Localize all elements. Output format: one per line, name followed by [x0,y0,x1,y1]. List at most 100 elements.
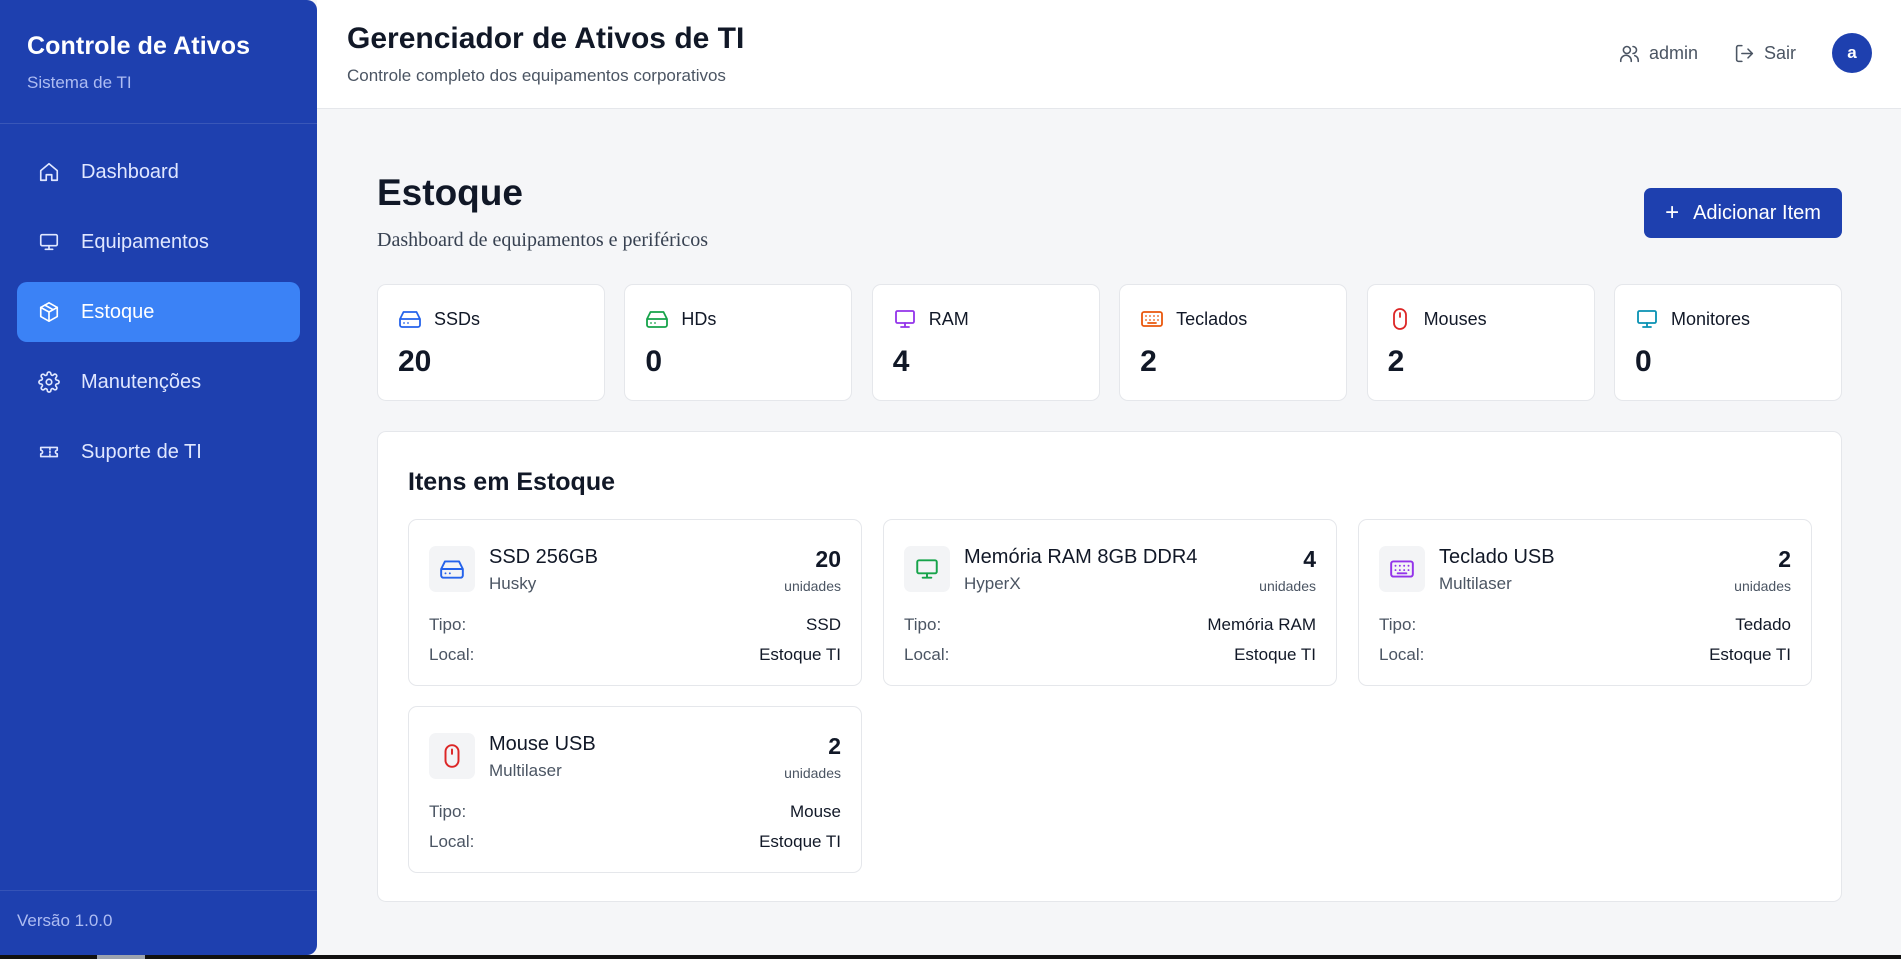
inventory-card[interactable]: Memória RAM 8GB DDR4 HyperX 4 unidades T… [883,519,1337,686]
inventory-card[interactable]: Mouse USB Multilaser 2 unidades Tipo: Mo… [408,706,862,873]
location-value: Estoque TI [1234,645,1316,664]
hard-drive-icon [646,311,669,328]
stat-label: Mouses [1423,308,1487,329]
stat-label: SSDs [434,308,481,329]
sidebar-item-estoque[interactable]: Estoque [17,282,300,342]
type-label: Tipo: [1379,615,1417,634]
sidebar-item-label: Suporte de TI [81,440,202,463]
sidebar-item-label: Equipamentos [81,230,209,253]
mouse-icon [1392,308,1407,330]
stat-value: 2 [1387,345,1405,378]
stat-value: 4 [892,345,910,378]
plus-icon: + [1665,199,1680,226]
header-title: Gerenciador de Ativos de TI [347,22,745,55]
add-item-label: Adicionar Item [1693,201,1821,224]
location-label: Local: [429,645,475,664]
sidebar-nav: Dashboard Equipamentos Estoque Manutençõ… [0,124,317,482]
item-units-label: unidades [784,578,841,594]
item-brand: HyperX [964,574,1021,593]
item-name: Memória RAM 8GB DDR4 [964,546,1198,568]
header-actions: admin Sair a [1619,33,1872,73]
item-location-row: Local: Estoque TI [429,832,841,852]
item-type-row: Tipo: Memória RAM [904,615,1316,635]
keyboard-icon [1141,311,1164,327]
stats-row: SSDs 20 HDs 0 RAM 4 Teclados 2 Mouses 2 … [377,284,1842,401]
hard-drive-icon [429,546,475,592]
item-location-row: Local: Estoque TI [904,645,1316,665]
sidebar: Controle de Ativos Sistema de TI Dashboa… [0,0,317,955]
sidebar-item-equipamentos[interactable]: Equipamentos [17,212,300,272]
stat-card-ram: RAM 4 [871,284,1100,401]
location-label: Local: [429,832,475,851]
stat-label: HDs [681,308,717,329]
version-label: Versão 1.0.0 [0,890,317,955]
item-quantity: 2 [1778,546,1791,572]
stat-label: RAM [928,308,969,329]
stat-value: 20 [398,345,432,378]
item-type-row: Tipo: Tedado [1379,615,1791,635]
app-subtitle: Sistema de TI [27,73,132,92]
item-location-row: Local: Estoque TI [1379,645,1791,665]
type-value: Tedado [1735,615,1791,634]
item-quantity: 4 [1303,546,1316,572]
item-brand: Multilaser [1439,574,1512,593]
page-title: Estoque [377,172,523,213]
item-location-row: Local: Estoque TI [429,645,841,665]
type-value: Mouse [789,802,841,821]
top-header: Gerenciador de Ativos de TI Controle com… [317,0,1901,109]
header-subtitle: Controle completo dos equipamentos corpo… [347,66,726,85]
item-name: SSD 256GB [489,546,598,568]
item-units-label: unidades [1734,578,1791,594]
item-units-label: unidades [1259,578,1316,594]
sidebar-item-manutencoes[interactable]: Manutenções [17,352,300,412]
avatar[interactable]: a [1832,33,1872,73]
inventory-card[interactable]: Teclado USB Multilaser 2 unidades Tipo: … [1358,519,1812,686]
keyboard-icon [1379,546,1425,592]
sidebar-item-suporte[interactable]: Suporte de TI [17,422,300,482]
location-label: Local: [904,645,950,664]
type-label: Tipo: [904,615,942,634]
type-value: SSD [806,615,841,634]
monitor-icon [1637,310,1657,328]
item-quantity: 2 [828,733,841,759]
home-icon [37,160,61,184]
stat-card-mouses: Mouses 2 [1366,284,1595,401]
ticket-icon [37,440,61,464]
sidebar-item-label: Estoque [81,300,155,323]
stat-card-hds: HDs 0 [624,284,853,401]
stat-card-monitores: Monitores 0 [1613,284,1842,401]
app-title: Controle de Ativos [27,32,251,60]
inventory-card[interactable]: SSD 256GB Husky 20 unidades Tipo: SSD Lo… [408,519,862,686]
page-subtitle: Dashboard de equipamentos e periféricos [377,229,708,251]
item-brand: Multilaser [489,761,562,780]
stat-card-teclados: Teclados 2 [1119,284,1348,401]
add-item-button[interactable]: + Adicionar Item [1644,188,1842,238]
item-name: Teclado USB [1439,546,1555,568]
logout-icon [1735,44,1754,62]
type-label: Tipo: [429,802,467,821]
stat-card-ssds: SSDs 20 [377,284,605,401]
item-quantity: 20 [815,546,841,572]
stat-value: 0 [645,345,663,378]
sidebar-item-dashboard[interactable]: Dashboard [17,142,300,202]
stat-value: 0 [1634,345,1652,378]
location-value: Estoque TI [759,832,841,851]
users-icon [1619,45,1639,62]
location-value: Estoque TI [1709,645,1791,664]
brand: Controle de Ativos Sistema de TI [0,0,317,124]
stat-label: Monitores [1670,308,1750,329]
type-label: Tipo: [429,615,467,634]
stat-value: 2 [1140,345,1157,378]
monitor-icon [894,310,915,328]
monitor-icon [904,546,950,592]
item-name: Mouse USB [489,733,596,755]
user-menu[interactable]: admin [1619,43,1698,64]
item-brand: Husky [489,574,537,593]
monitor-icon [37,230,61,254]
mouse-icon [429,733,475,779]
sidebar-item-label: Manutenções [81,370,202,393]
location-value: Estoque TI [759,645,841,664]
logout-button[interactable]: Sair [1734,43,1796,64]
inventory-title: Itens em Estoque [408,468,615,496]
hard-drive-icon [399,311,421,328]
